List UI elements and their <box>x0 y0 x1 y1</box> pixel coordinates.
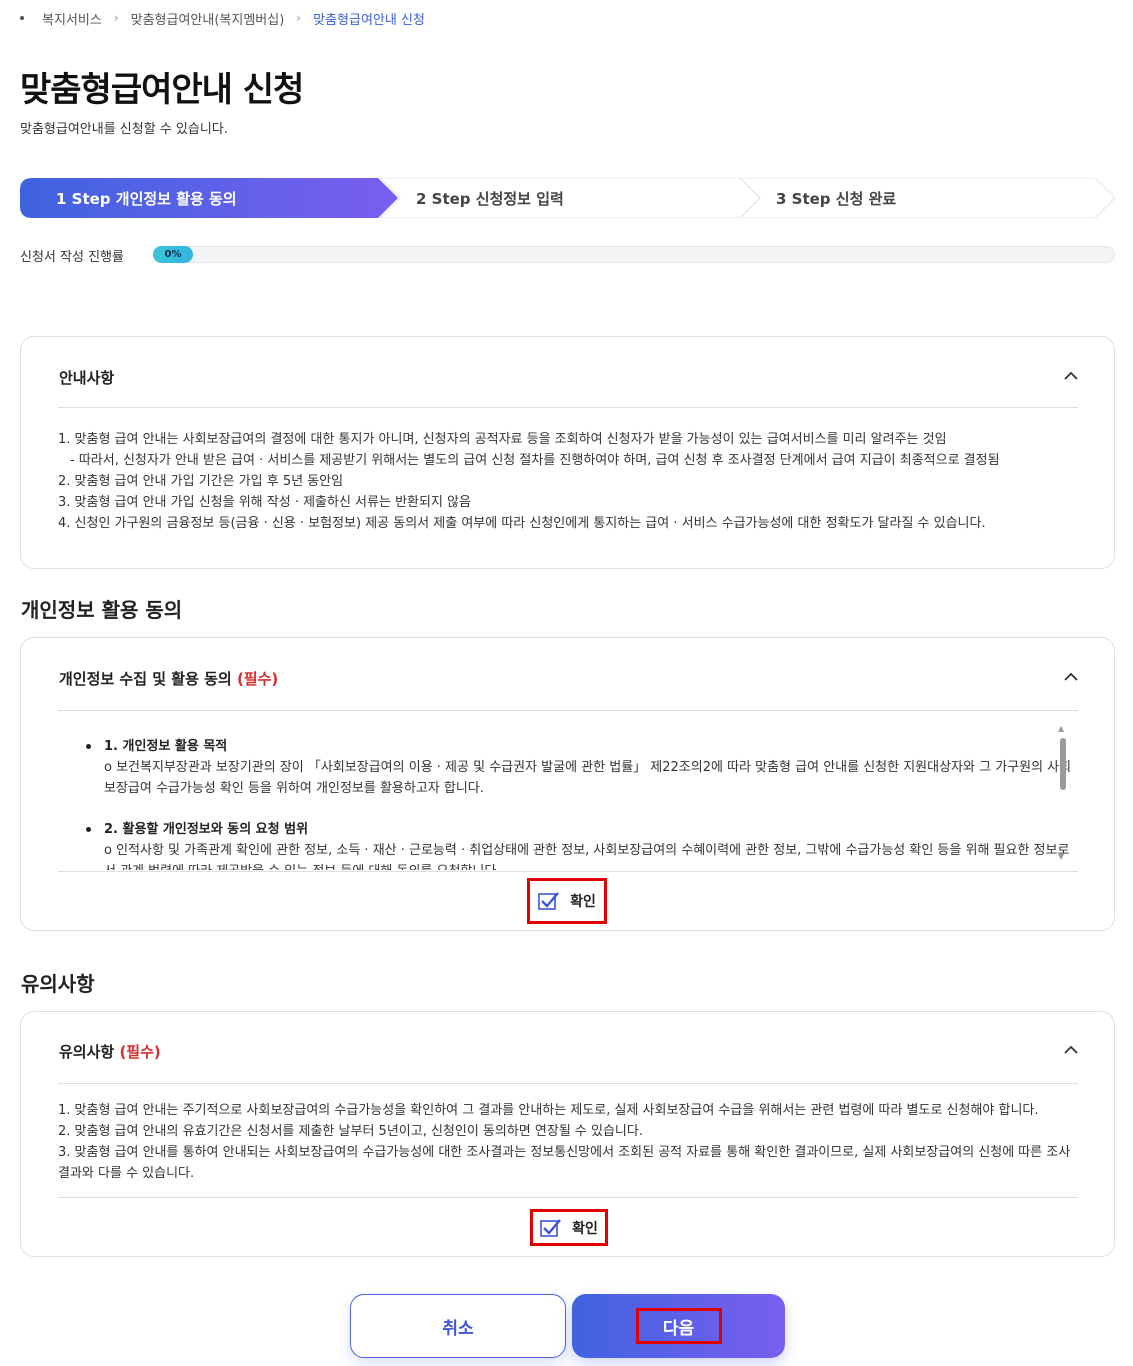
bullet-icon <box>86 744 91 749</box>
caution-line: 3. 맞춤형 급여 안내를 통하여 안내되는 사회보장급여의 수급가능성에 대한… <box>58 1145 1071 1181</box>
notice-line: 2. 맞춤형 급여 안내 가입 기간은 가입 후 5년 동안임 <box>58 474 344 489</box>
divider <box>58 1083 1078 1084</box>
breadcrumb-current: 맞춤형급여안내 신청 <box>313 12 425 28</box>
step-1-active: 1 Step 개인정보 활용 동의 <box>20 178 398 218</box>
consent-confirm-label: 확인 <box>570 894 596 910</box>
breadcrumb-item-welfare[interactable]: 복지서비스 <box>42 9 102 28</box>
section-title-consent: 개인정보 활용 동의 <box>21 598 183 622</box>
cancel-button-label: 취소 <box>442 1318 474 1339</box>
next-button[interactable]: 다음 <box>572 1294 785 1358</box>
progress-track <box>153 246 1115 263</box>
consent-item-head: 2. 활용할 개인정보와 동의 요청 범위 <box>104 822 309 837</box>
cancel-button[interactable]: 취소 <box>350 1294 566 1358</box>
consent-panel: 개인정보 수집 및 활용 동의 (필수) 1. 개인정보 활용 목적 o 보건복… <box>20 637 1115 931</box>
breadcrumb-dot-icon <box>20 16 24 20</box>
page-title: 맞춤형급여안내 신청 <box>20 70 304 110</box>
step-2-label: 2 Step 신청정보 입력 <box>416 189 564 208</box>
divider <box>58 407 1078 408</box>
chevron-right-icon: › <box>296 11 302 25</box>
divider <box>58 871 1078 872</box>
consent-panel-title-text: 개인정보 수집 및 활용 동의 <box>59 670 232 688</box>
section-title-caution: 유의사항 <box>21 972 95 996</box>
breadcrumb-item-membership[interactable]: 맞춤형급여안내(복지멤버십) <box>131 9 285 28</box>
checkbox-checked-icon <box>538 892 560 910</box>
consent-confirm-checkbox[interactable]: 확인 <box>527 878 607 924</box>
required-badge: (필수) <box>119 1043 161 1061</box>
caution-panel: 유의사항 (필수) 1. 맞춤형 급여 안내는 주기적으로 사회보장급여의 수급… <box>20 1011 1115 1257</box>
notice-panel-title: 안내사항 <box>59 369 115 387</box>
progress-value: 0% <box>164 249 182 260</box>
caution-line: 2. 맞춤형 급여 안내의 유효기간은 신청서를 제출한 날부터 5년이고, 신… <box>58 1124 643 1139</box>
caution-panel-title-text: 유의사항 <box>59 1043 115 1061</box>
consent-panel-title: 개인정보 수집 및 활용 동의 (필수) <box>59 668 278 689</box>
divider <box>58 1197 1078 1198</box>
step-3-label: 3 Step 신청 완료 <box>776 189 897 208</box>
progress-fill: 0% <box>153 246 193 263</box>
bullet-icon <box>86 827 91 832</box>
scroll-up-icon[interactable]: ▲ <box>1058 724 1064 733</box>
notice-list: 1. 맞춤형 급여 안내는 사회보장급여의 결정에 대한 통지가 아니며, 신청… <box>58 429 1084 534</box>
required-badge: (필수) <box>236 670 279 688</box>
chevron-right-icon: › <box>113 11 119 25</box>
next-button-highlight: 다음 <box>635 1308 722 1344</box>
scroll-down-icon[interactable]: ▼ <box>1058 852 1064 861</box>
divider <box>58 710 1078 711</box>
list-item: 2. 활용할 개인정보와 동의 요청 범위 o 인적사항 및 가족관계 확인에 … <box>58 819 1080 870</box>
consent-item-body: o 인적사항 및 가족관계 확인에 관한 정보, 소득 · 재산 · 근로능력 … <box>104 843 1070 870</box>
step-indicator: 2 Step 신청정보 입력 3 Step 신청 완료 1 Step 개인정보 … <box>20 178 1115 218</box>
checkbox-checked-icon <box>540 1218 562 1237</box>
chevron-up-icon[interactable] <box>1064 1043 1078 1057</box>
step-3: 3 Step 신청 완료 <box>740 178 1115 218</box>
breadcrumb: 복지서비스 › 맞춤형급여안내(복지멤버십) › 맞춤형급여안내 신청 <box>20 8 425 28</box>
notice-line: 1. 맞춤형 급여 안내는 사회보장급여의 결정에 대한 통지가 아니며, 신청… <box>58 432 947 447</box>
consent-item-head: 1. 개인정보 활용 목적 <box>104 739 228 754</box>
notice-line: 4. 신청인 가구원의 금융정보 등(금융 · 신용 · 보험정보) 제공 동의… <box>58 516 986 531</box>
consent-scroll-box[interactable]: 1. 개인정보 활용 목적 o 보건복지부장관과 보장기관의 장이 「사회보장급… <box>58 722 1080 870</box>
caution-confirm-checkbox[interactable]: 확인 <box>530 1209 608 1246</box>
list-item: 1. 개인정보 활용 목적 o 보건복지부장관과 보장기관의 장이 「사회보장급… <box>58 736 1080 799</box>
step-1-label: 1 Step 개인정보 활용 동의 <box>56 189 237 208</box>
notice-panel: 안내사항 1. 맞춤형 급여 안내는 사회보장급여의 결정에 대한 통지가 아니… <box>20 336 1115 569</box>
page-subtitle: 맞춤형급여안내를 신청할 수 있습니다. <box>20 122 228 137</box>
caution-list: 1. 맞춤형 급여 안내는 주기적으로 사회보장급여의 수급가능성을 확인하여 … <box>58 1100 1074 1184</box>
caution-panel-title: 유의사항 (필수) <box>59 1041 161 1062</box>
scrollbar-thumb[interactable] <box>1060 738 1066 790</box>
notice-line: 3. 맞춤형 급여 안내 가입 신청을 위해 작성 · 제출하신 서류는 반환되… <box>58 495 471 510</box>
chevron-up-icon[interactable] <box>1064 670 1078 684</box>
chevron-up-icon[interactable] <box>1064 369 1078 383</box>
caution-line: 1. 맞춤형 급여 안내는 주기적으로 사회보장급여의 수급가능성을 확인하여 … <box>58 1103 1039 1118</box>
consent-item-body: o 보건복지부장관과 보장기관의 장이 「사회보장급여의 이용 · 제공 및 수… <box>104 760 1072 796</box>
progress-label: 신청서 작성 진행률 <box>20 250 124 265</box>
step-2: 2 Step 신청정보 입력 <box>380 178 760 218</box>
next-button-label: 다음 <box>662 1318 695 1339</box>
caution-confirm-label: 확인 <box>572 1220 598 1237</box>
notice-line: - 따라서, 신청자가 안내 받은 급여 · 서비스를 제공받기 위해서는 별도… <box>70 453 1000 468</box>
